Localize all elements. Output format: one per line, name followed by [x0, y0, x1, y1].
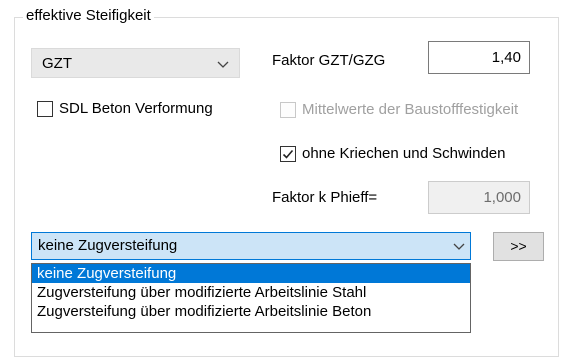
- tension-stiffening-dropdown: keine Zugversteifung Zugversteifung über…: [31, 263, 471, 333]
- limit-state-value: GZT: [42, 55, 72, 72]
- mittelwerte-label: Mittelwerte der Baustofffestigkeit: [302, 101, 519, 118]
- sdl-beton-checkbox[interactable]: [37, 101, 53, 117]
- tension-stiffening-value: keine Zugversteifung: [38, 237, 178, 254]
- chevron-down-icon: [217, 61, 229, 68]
- factor-gzt-gzg-label: Faktor GZT/GZG: [272, 52, 386, 69]
- ohne-kriechen-checkbox[interactable]: [280, 146, 296, 162]
- ohne-kriechen-label: ohne Kriechen und Schwinden: [302, 145, 506, 162]
- group-title: effektive Steifigkeit: [23, 7, 154, 25]
- dropdown-option[interactable]: Zugversteifung über modifizierte Arbeits…: [32, 302, 470, 321]
- dropdown-option[interactable]: keine Zugversteifung: [32, 264, 470, 283]
- more-button[interactable]: >>: [493, 232, 544, 261]
- dropdown-option[interactable]: Zugversteifung über modifizierte Arbeits…: [32, 283, 470, 302]
- factor-kphi-input: 1,000: [428, 181, 530, 214]
- tension-stiffening-combobox[interactable]: keine Zugversteifung: [31, 232, 471, 260]
- factor-kphi-label: Faktor k Phieff=: [272, 189, 378, 206]
- factor-gzt-gzg-input[interactable]: 1,40: [428, 41, 530, 74]
- mittelwerte-checkbox[interactable]: [280, 102, 296, 118]
- checkmark-icon: [282, 149, 294, 159]
- sdl-beton-label: SDL Beton Verformung: [59, 100, 213, 117]
- chevron-down-icon: [453, 243, 465, 250]
- limit-state-combobox[interactable]: GZT: [31, 48, 240, 78]
